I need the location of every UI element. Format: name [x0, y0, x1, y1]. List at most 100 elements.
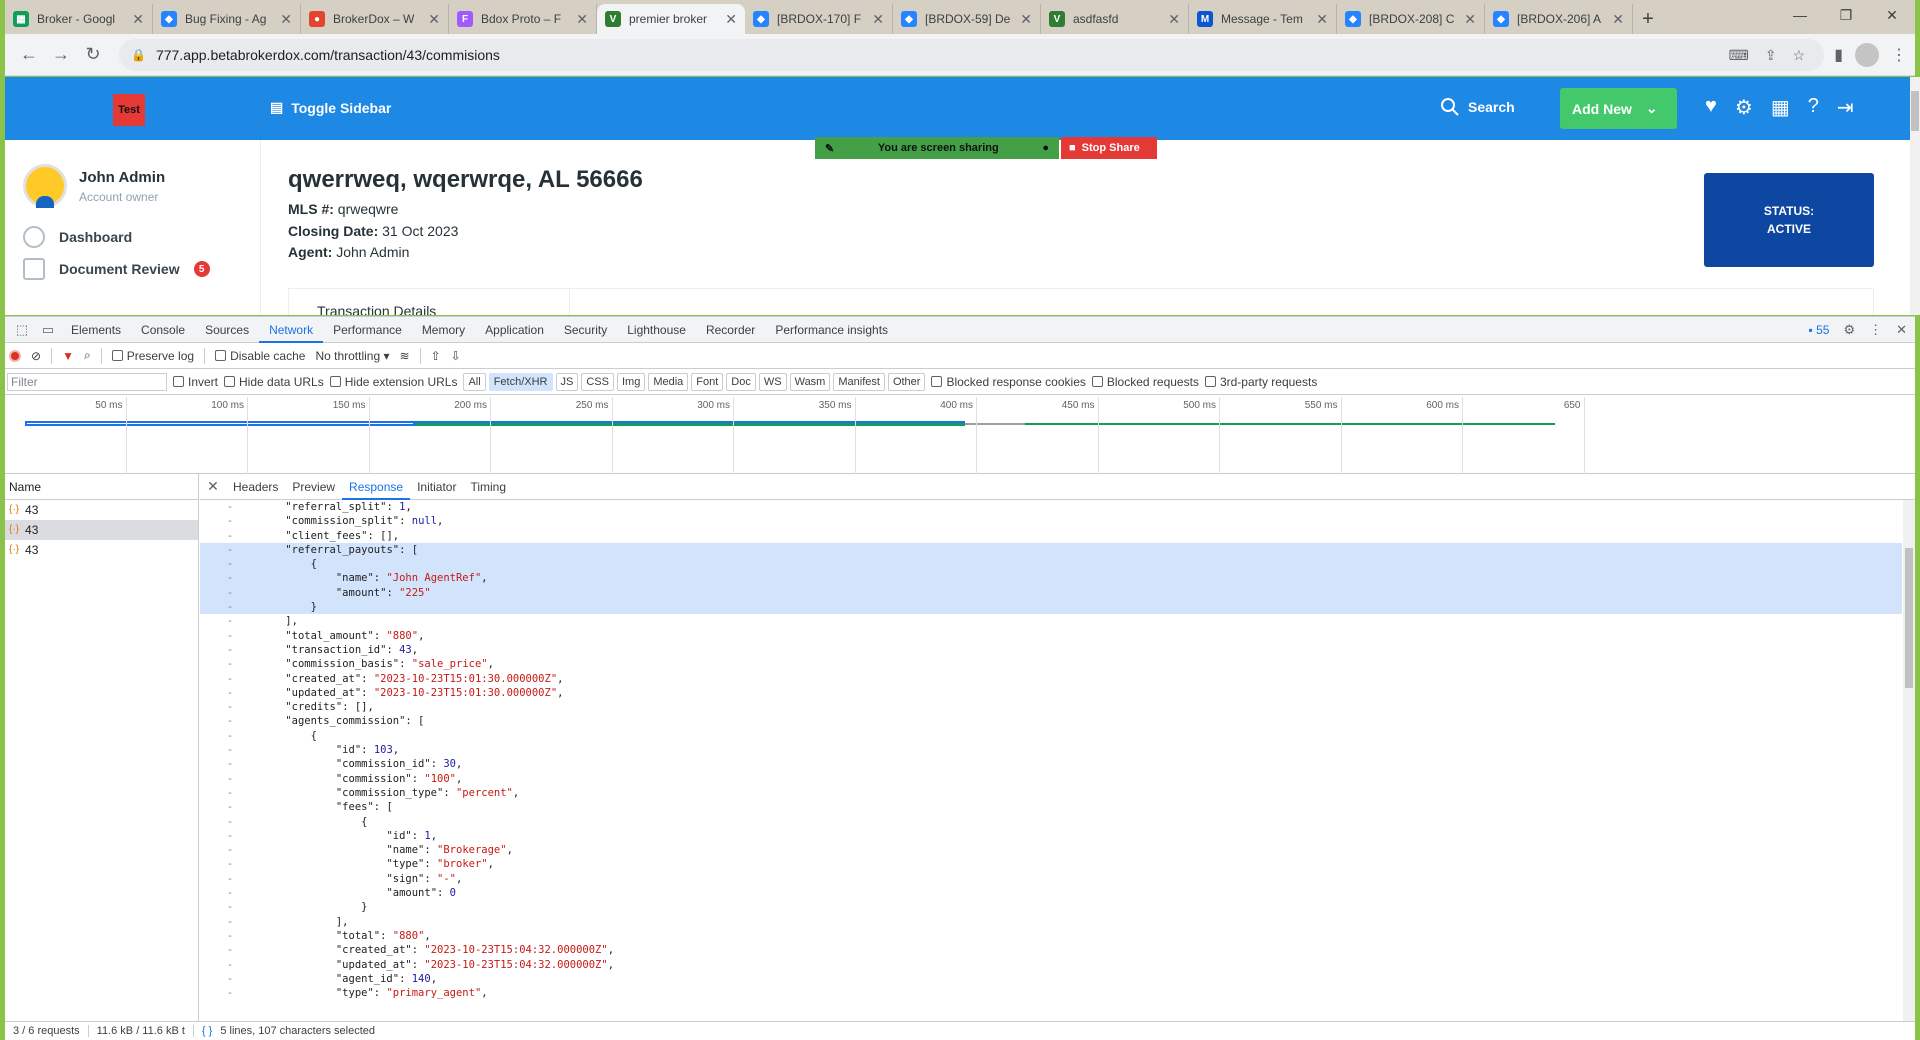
- browser-tab[interactable]: ● BrokerDox – W ✕: [301, 4, 449, 34]
- request-row[interactable]: {·} 43: [5, 520, 198, 540]
- tab-close-icon[interactable]: ✕: [132, 11, 144, 28]
- type-filter-other[interactable]: Other: [887, 372, 926, 391]
- browser-tab[interactable]: ◆ [BRDOX-170] F ✕: [745, 4, 893, 34]
- export-icon[interactable]: ⇩: [451, 349, 461, 363]
- tab-timing[interactable]: Timing: [463, 474, 513, 500]
- third-party-checkbox[interactable]: 3rd-party requests: [1204, 375, 1317, 389]
- user-profile[interactable]: John Admin Account owner: [23, 164, 165, 208]
- tab-elements[interactable]: Elements: [61, 317, 131, 343]
- menu-kebab-icon[interactable]: ⋮: [1869, 322, 1882, 338]
- sidepanel-icon[interactable]: ▮: [1834, 45, 1843, 65]
- type-filter-all[interactable]: All: [463, 372, 486, 391]
- gear-icon[interactable]: ⚙: [1735, 95, 1753, 120]
- browser-tab[interactable]: ◆ [BRDOX-206] A ✕: [1485, 4, 1633, 34]
- browser-tab[interactable]: ◆ [BRDOX-59] De ✕: [893, 4, 1041, 34]
- browser-tab[interactable]: ◆ [BRDOX-208] C ✕: [1337, 4, 1485, 34]
- browser-tab[interactable]: F Bdox Proto – F ✕: [449, 4, 597, 34]
- type-filter-img[interactable]: Img: [616, 372, 646, 391]
- type-filter-doc[interactable]: Doc: [726, 372, 756, 391]
- tab-recorder[interactable]: Recorder: [696, 317, 765, 343]
- tab-close-icon[interactable]: ✕: [576, 11, 588, 28]
- tab-application[interactable]: Application: [475, 317, 554, 343]
- help-icon[interactable]: ?: [1808, 95, 1819, 120]
- translate-icon[interactable]: ⌨: [1729, 42, 1749, 68]
- gear-icon[interactable]: ⚙: [1843, 322, 1855, 338]
- reload-icon[interactable]: ↻: [77, 39, 109, 71]
- filter-input[interactable]: Filter: [7, 372, 167, 391]
- details-card-title[interactable]: Transaction Details: [317, 303, 436, 315]
- type-filter-media[interactable]: Media: [648, 372, 689, 391]
- type-filter-fetch-xhr[interactable]: Fetch/XHR: [488, 372, 553, 391]
- close-window-icon[interactable]: ✕: [1869, 0, 1915, 30]
- back-icon[interactable]: ←: [13, 39, 45, 71]
- page-scrollbar-thumb[interactable]: [1911, 91, 1919, 131]
- browser-tab[interactable]: Vpremier broker ✕: [597, 4, 745, 34]
- close-icon[interactable]: ✕: [1896, 322, 1907, 338]
- tab-close-icon[interactable]: ✕: [1464, 11, 1476, 28]
- new-tab-button[interactable]: +: [1633, 4, 1663, 34]
- browser-tab[interactable]: ◆ Bug Fixing - Ag ✕: [153, 4, 301, 34]
- tab-lighthouse[interactable]: Lighthouse: [617, 317, 696, 343]
- blocked-requests-checkbox[interactable]: Blocked requests: [1091, 375, 1199, 389]
- type-filter-font[interactable]: Font: [691, 372, 724, 391]
- minimize-icon[interactable]: —: [1777, 0, 1823, 30]
- restore-icon[interactable]: ❐: [1823, 0, 1869, 30]
- bookmark-star-icon[interactable]: ☆: [1793, 42, 1806, 68]
- tab-close-icon[interactable]: ✕: [725, 11, 737, 28]
- tab-close-icon[interactable]: ✕: [1168, 11, 1180, 28]
- hide-extension-urls-checkbox[interactable]: Hide extension URLs: [329, 375, 457, 389]
- tab-console[interactable]: Console: [131, 317, 195, 343]
- request-row[interactable]: {·} 43: [5, 540, 198, 560]
- request-row[interactable]: {·} 43: [5, 500, 198, 520]
- tab-response[interactable]: Response: [342, 474, 411, 500]
- stop-share-button[interactable]: ■ Stop Share: [1061, 137, 1157, 159]
- pretty-print-icon[interactable]: { }: [194, 1025, 220, 1037]
- search-button[interactable]: Search: [1440, 97, 1515, 117]
- tab-close-icon[interactable]: ✕: [872, 11, 884, 28]
- blocked-cookies-checkbox[interactable]: Blocked response cookies: [931, 375, 1086, 389]
- invert-checkbox[interactable]: Invert: [173, 375, 218, 389]
- tab-close-icon[interactable]: ✕: [1316, 11, 1328, 28]
- response-scrollbar[interactable]: [1903, 500, 1915, 1022]
- tab-close-icon[interactable]: ✕: [1020, 11, 1032, 28]
- name-column-header[interactable]: Name: [5, 474, 198, 500]
- type-filter-manifest[interactable]: Manifest: [833, 372, 885, 391]
- network-overview-timeline[interactable]: 50 ms 100 ms 150 ms 200 ms 250 ms 300 ms 350 m…: [5, 397, 1915, 474]
- issues-counter[interactable]: ▪ 55: [1808, 323, 1829, 337]
- browser-tab[interactable]: ▦ Broker - Googl ✕: [5, 4, 153, 34]
- tab-memory[interactable]: Memory: [412, 317, 475, 343]
- tab-close-icon[interactable]: ✕: [280, 11, 292, 28]
- browser-tab[interactable]: Vasdfasfd ✕: [1041, 4, 1189, 34]
- type-filter-js[interactable]: JS: [555, 372, 579, 391]
- tab-performance[interactable]: Performance: [323, 317, 412, 343]
- browser-tab[interactable]: M Message - Tem ✕: [1189, 4, 1337, 34]
- notifications-icon[interactable]: ♥: [1705, 95, 1717, 120]
- device-toggle-icon[interactable]: ▭: [35, 322, 61, 338]
- app-logo[interactable]: Test: [113, 94, 145, 126]
- tab-close-icon[interactable]: ✕: [1612, 11, 1624, 28]
- logout-icon[interactable]: ⇥: [1837, 95, 1854, 120]
- type-filter-ws[interactable]: WS: [758, 372, 787, 391]
- hide-data-urls-checkbox[interactable]: Hide data URLs: [224, 375, 324, 389]
- calculator-icon[interactable]: ▦: [1771, 95, 1790, 120]
- record-icon[interactable]: [9, 349, 21, 362]
- search-icon[interactable]: ⌕: [84, 348, 91, 363]
- pin-icon[interactable]: ✎: [825, 142, 834, 155]
- tab-performance-insights[interactable]: Performance insights: [765, 317, 898, 343]
- tab-headers[interactable]: Headers: [226, 474, 285, 500]
- response-scrollbar-thumb[interactable]: [1905, 548, 1913, 688]
- type-filter-css[interactable]: CSS: [581, 372, 614, 391]
- toggle-sidebar-button[interactable]: ▤ Toggle Sidebar: [270, 99, 391, 116]
- profile-avatar[interactable]: [1855, 42, 1879, 67]
- wifi-icon[interactable]: ≋: [400, 349, 410, 363]
- clear-icon[interactable]: ⊘: [31, 349, 41, 363]
- close-icon[interactable]: ✕: [200, 478, 226, 495]
- tab-initiator[interactable]: Initiator: [410, 474, 463, 500]
- disable-cache-checkbox[interactable]: Disable cache: [215, 349, 305, 363]
- address-bar[interactable]: 🔒 777.app.betabrokerdox.com/transaction/…: [119, 38, 1825, 71]
- throttling-select[interactable]: No throttling ▾: [315, 349, 389, 363]
- import-icon[interactable]: ⇧: [431, 349, 441, 363]
- tab-sources[interactable]: Sources: [195, 317, 259, 343]
- tab-preview[interactable]: Preview: [285, 474, 342, 500]
- sidebar-item-document-review[interactable]: Document Review 5: [23, 258, 210, 280]
